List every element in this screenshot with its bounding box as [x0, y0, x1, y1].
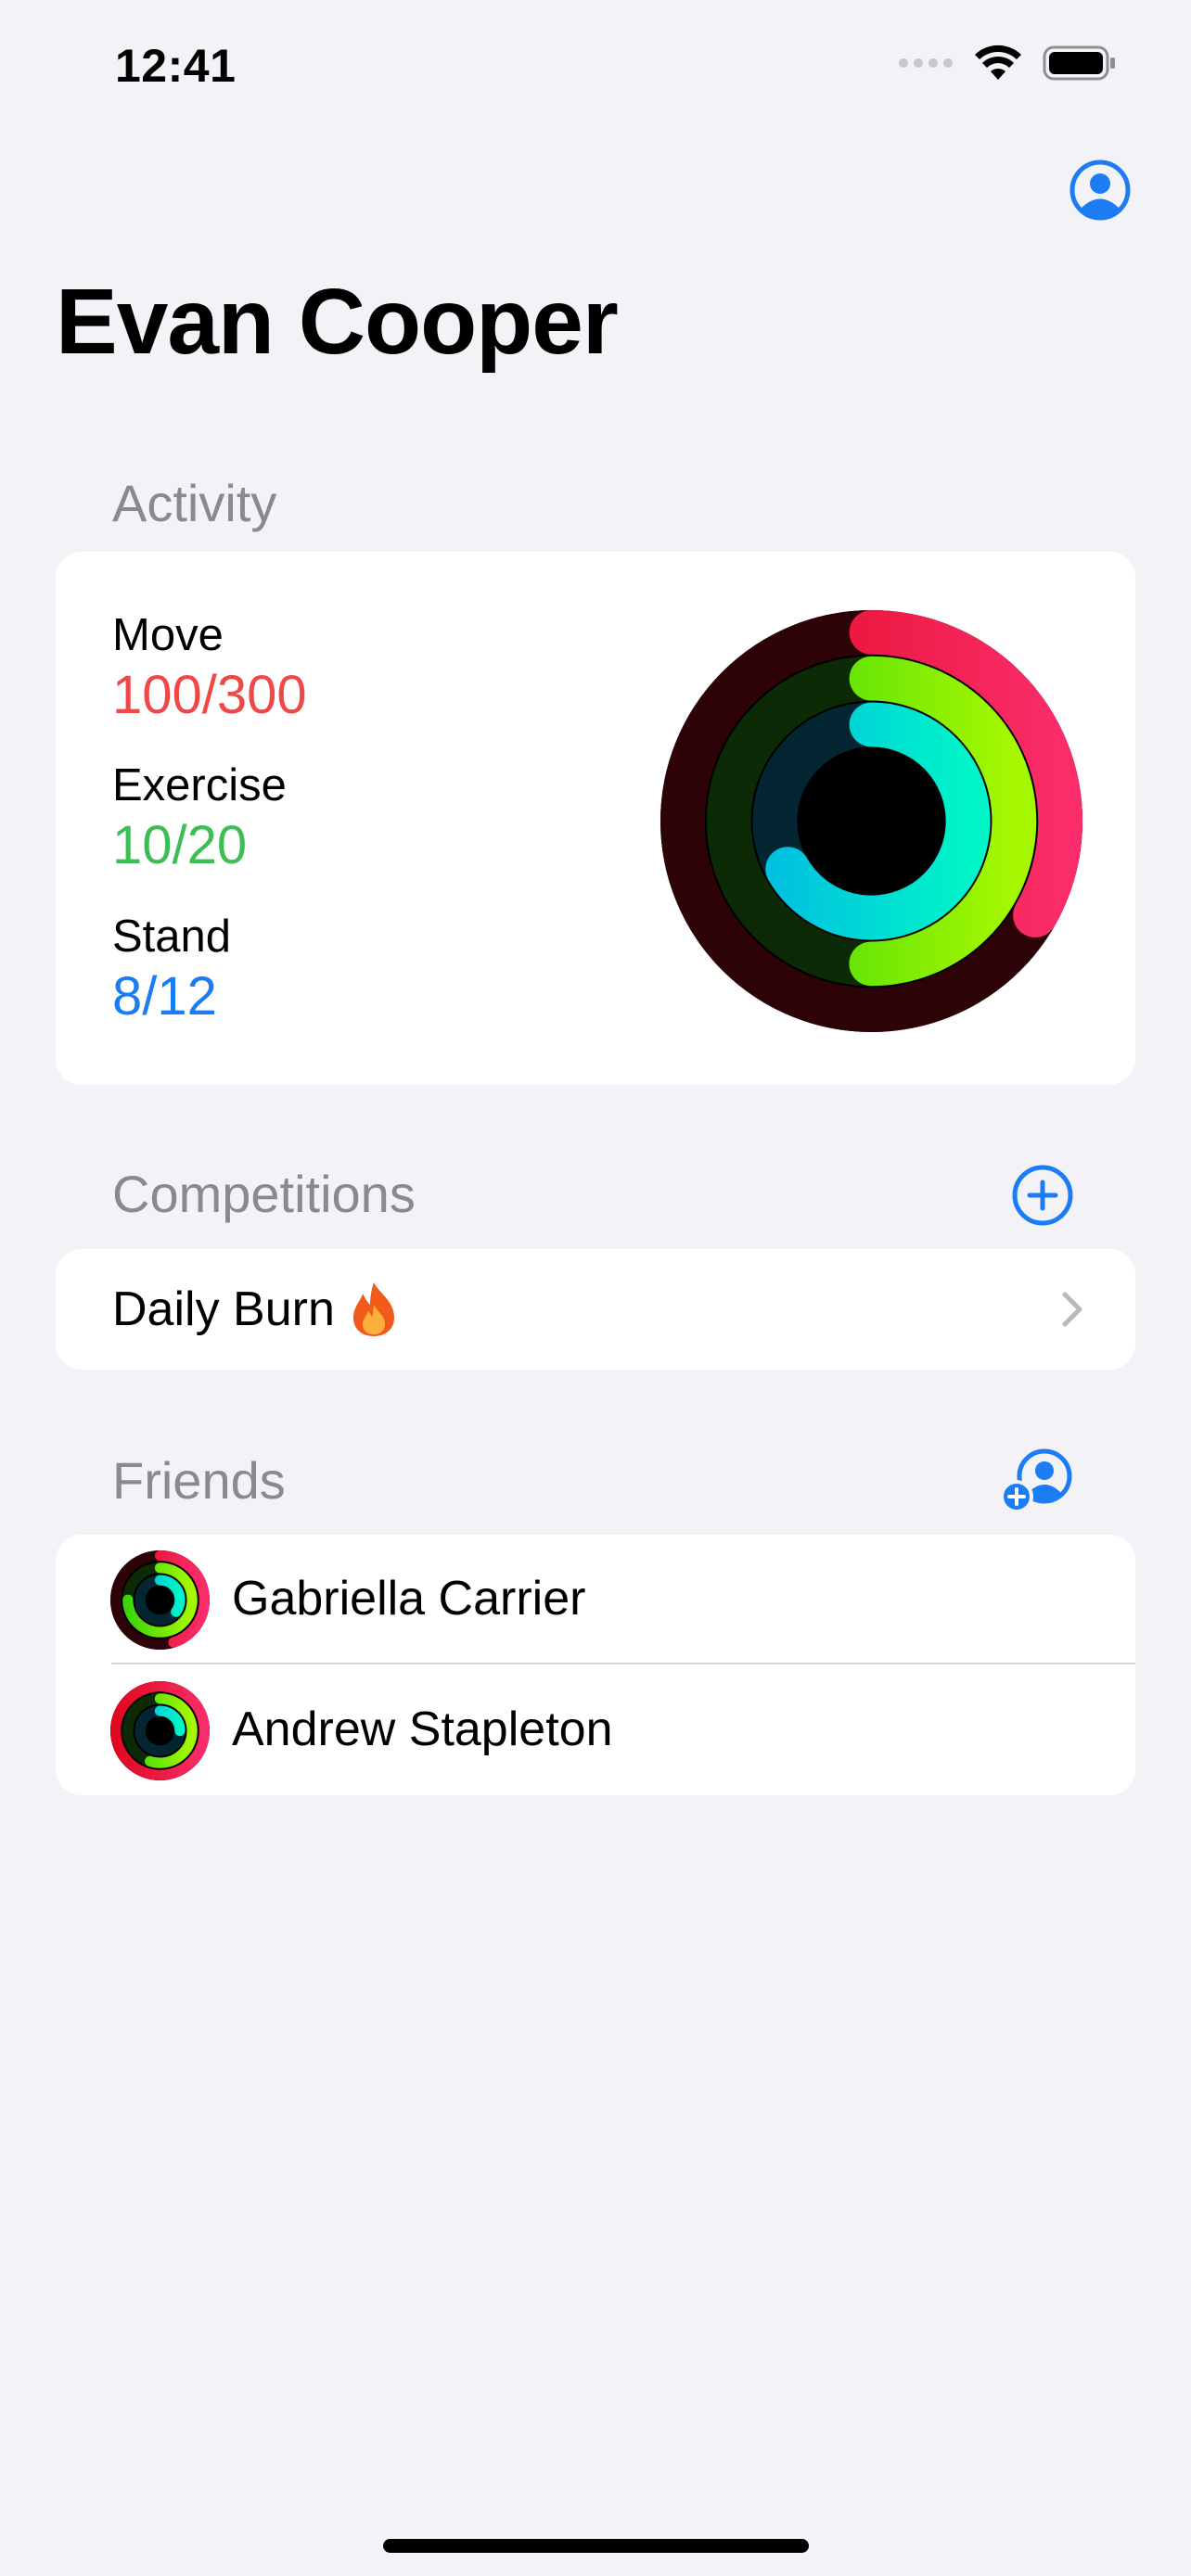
status-time: 12:41: [115, 40, 237, 92]
friend-name: Andrew Stapleton: [232, 1702, 613, 1756]
friend-row-gabriella-carrier[interactable]: Gabriella Carrier: [56, 1535, 1135, 1664]
status-icons: [898, 45, 1117, 82]
battery-icon: [1043, 45, 1115, 81]
friends-list: Gabriella Carrier Andrew Stapleton: [56, 1535, 1135, 1795]
exercise-label: Exercise: [112, 760, 287, 810]
move-label: Move: [112, 610, 224, 660]
activity-card[interactable]: Move 100/300 Exercise 10/20 Stand 8/12: [56, 552, 1135, 1085]
activity-rings: [660, 610, 1082, 1032]
home-indicator[interactable]: [383, 2539, 809, 2553]
friend-activity-rings: [110, 1550, 210, 1650]
add-competition-button[interactable]: [1009, 1162, 1076, 1229]
competitions-section-title: Competitions: [112, 1165, 416, 1223]
exercise-value: 10/20: [112, 815, 248, 875]
friends-section-title: Friends: [112, 1451, 286, 1510]
chevron-right-icon: [1062, 1292, 1082, 1327]
competition-item-daily-burn[interactable]: Daily Burn: [56, 1249, 1135, 1370]
screen: 12:41 Evan Cooper Activity Move 100/300: [0, 0, 1191, 2576]
cellular-signal-icon: [899, 58, 953, 68]
wifi-icon: [975, 45, 1021, 80]
profile-button[interactable]: [1068, 158, 1133, 223]
add-friend-button[interactable]: [1000, 1447, 1076, 1513]
person-add-icon: [1000, 1448, 1072, 1513]
fire-icon: [352, 1282, 394, 1336]
move-value: 100/300: [112, 665, 307, 725]
stand-label: Stand: [112, 912, 232, 962]
stand-value: 8/12: [112, 966, 217, 1027]
friend-name: Gabriella Carrier: [232, 1572, 586, 1626]
friend-row-andrew-stapleton[interactable]: Andrew Stapleton: [56, 1665, 1135, 1795]
page-title: Evan Cooper: [56, 270, 619, 374]
friend-activity-rings: [110, 1681, 210, 1780]
person-circle-icon: [1069, 159, 1131, 221]
row-divider: [111, 1663, 1135, 1664]
competition-name: Daily Burn: [112, 1279, 400, 1340]
competition-title: Daily Burn: [112, 1282, 335, 1336]
plus-circle-icon: [1012, 1165, 1073, 1226]
activity-section-title: Activity: [112, 474, 277, 532]
